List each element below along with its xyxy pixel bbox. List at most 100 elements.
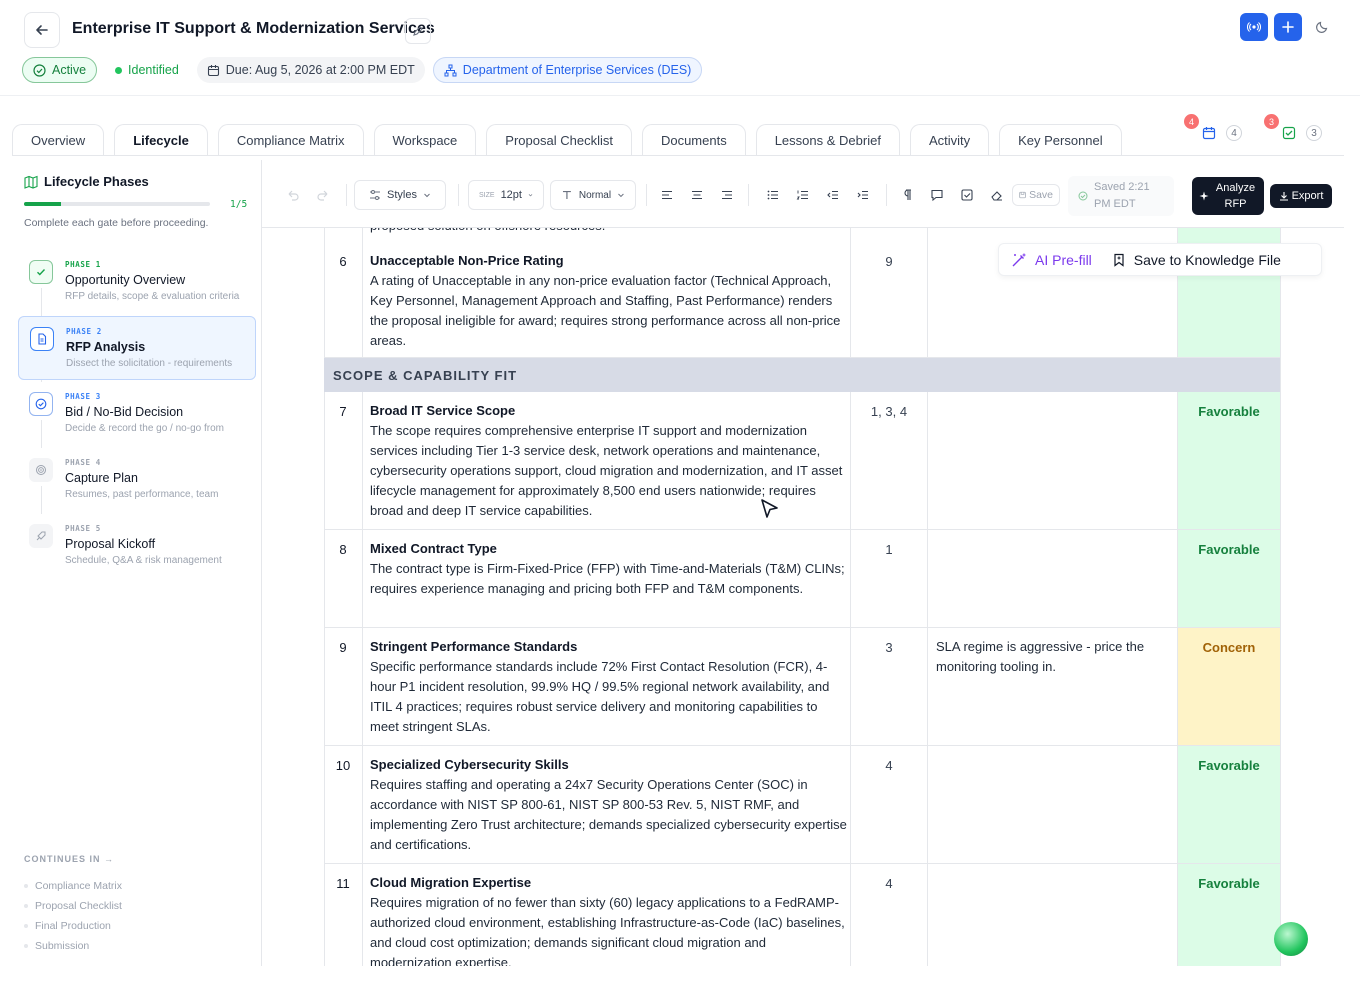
paragraph-style-dropdown[interactable]: Normal <box>550 180 636 210</box>
fit-status: Favorable <box>1198 542 1260 557</box>
broadcast-button[interactable] <box>1240 13 1268 41</box>
bullet <box>24 884 28 888</box>
align-right-button[interactable] <box>718 180 736 210</box>
sidebar-title-text: Lifecycle Phases <box>44 174 149 189</box>
paragraph-style-value: Normal <box>578 189 612 201</box>
bullet <box>24 904 28 908</box>
continues-item-label: Final Production <box>35 920 111 932</box>
back-button[interactable] <box>24 12 60 48</box>
requirement-title: Specialized Cybersecurity Skills <box>370 757 569 772</box>
sidebar-hint: Complete each gate before proceeding. <box>24 217 209 229</box>
save-button[interactable]: Save <box>1012 184 1060 206</box>
analyze-rfp-button[interactable]: Analyze RFP <box>1192 177 1264 215</box>
calendar-counter[interactable]: 4 4 <box>1184 114 1244 148</box>
sparkle-icon <box>1199 191 1208 201</box>
mouse-cursor-icon <box>761 499 778 518</box>
tab-counters: 4 4 3 3 <box>1184 114 1324 148</box>
tab-lifecycle[interactable]: Lifecycle <box>114 124 208 156</box>
department-badge[interactable]: Department of Enterprise Services (DES) <box>432 57 703 83</box>
clear-format-button[interactable] <box>988 180 1006 210</box>
document-canvas[interactable]: proposed solution on offshore resources.… <box>274 228 1344 966</box>
section-reference: 1 <box>885 542 893 557</box>
save-to-knowledge-button[interactable]: Save to Knowledge File <box>1112 252 1281 268</box>
numbered-list-icon <box>796 190 808 200</box>
task-checkbox-button[interactable] <box>958 180 976 210</box>
row-number: 11 <box>336 876 350 891</box>
bullet-list-button[interactable] <box>764 180 782 210</box>
theme-toggle[interactable] <box>1308 13 1336 41</box>
phase-status <box>30 327 54 351</box>
continues-item[interactable]: Final Production <box>24 916 122 936</box>
chevron-down-icon <box>618 193 624 198</box>
edit-title-button[interactable] <box>405 18 431 44</box>
paragraph-mark-button[interactable] <box>898 180 916 210</box>
continues-item-label: Compliance Matrix <box>35 880 122 892</box>
numbered-list-button[interactable] <box>794 180 812 210</box>
check-icon <box>37 269 46 276</box>
fit-status: Favorable <box>1198 758 1260 773</box>
table-row: 9 Stringent Performance Standards Specif… <box>324 628 1280 746</box>
continues-item[interactable]: Proposal Checklist <box>24 896 122 916</box>
export-button[interactable]: Export <box>1270 184 1332 208</box>
font-size-dropdown[interactable]: SIZE 12pt <box>468 180 544 210</box>
plus-icon <box>1282 21 1294 33</box>
indent-button[interactable] <box>854 180 872 210</box>
assistant-orb-button[interactable] <box>1274 922 1308 956</box>
tab-activity[interactable]: Activity <box>909 124 990 156</box>
section-reference: 4 <box>885 758 893 773</box>
status-badge[interactable]: Active <box>22 57 98 83</box>
phase-item-opportunity-overview[interactable]: PHASE 1 Opportunity Overview RFP details… <box>18 250 256 314</box>
save-to-knowledge-label: Save to Knowledge File <box>1133 251 1281 268</box>
phase-name: Capture Plan <box>65 471 138 485</box>
analyst-note[interactable]: SLA regime is aggressive - price the mon… <box>936 637 1166 677</box>
tab-overview[interactable]: Overview <box>12 124 105 156</box>
task-counter[interactable]: 3 3 <box>1264 114 1324 148</box>
undo-button[interactable] <box>282 180 304 210</box>
sliders-icon <box>370 190 381 200</box>
align-center-button[interactable] <box>688 180 706 210</box>
styles-dropdown[interactable]: Styles <box>354 180 446 210</box>
size-prefix: SIZE <box>479 191 495 199</box>
save-icon <box>1019 191 1026 199</box>
ai-prefill-button[interactable]: AI Pre-fill <box>1011 252 1092 268</box>
phase-item-bid-decision[interactable]: PHASE 3 Bid / No-Bid Decision Decide & r… <box>18 382 256 446</box>
phase-item-rfp-analysis[interactable]: PHASE 2 RFP Analysis Dissect the solicit… <box>18 316 256 380</box>
tab-key-personnel[interactable]: Key Personnel <box>999 124 1122 156</box>
pilcrow-icon <box>904 189 911 200</box>
phase-status <box>29 458 53 482</box>
sidebar-title: Lifecycle Phases <box>24 174 149 189</box>
phase-name: Proposal Kickoff <box>65 537 156 551</box>
font-size-value: 12pt <box>500 189 522 201</box>
save-label: Save <box>1029 189 1053 201</box>
comment-button[interactable] <box>928 180 946 210</box>
add-button[interactable] <box>1274 13 1302 41</box>
magic-wand-icon <box>1012 253 1026 266</box>
toolbar-divider <box>458 184 459 206</box>
phase-item-proposal-kickoff[interactable]: PHASE 5 Proposal Kickoff Schedule, Q&A &… <box>18 514 256 578</box>
row-number: 8 <box>339 542 347 557</box>
phase-progress-count: 1/5 <box>230 199 248 210</box>
tab-proposal-checklist[interactable]: Proposal Checklist <box>486 124 632 156</box>
tab-documents[interactable]: Documents <box>641 124 746 156</box>
styles-label: Styles <box>387 189 417 201</box>
phase-name: Bid / No-Bid Decision <box>65 405 184 419</box>
bullet <box>24 924 28 928</box>
requirement-cell: Specialized Cybersecurity Skills Require… <box>370 755 850 855</box>
align-left-button[interactable] <box>658 180 676 210</box>
table-row: 7 Broad IT Service Scope The scope requi… <box>324 392 1280 530</box>
continues-item[interactable]: Compliance Matrix <box>24 876 122 896</box>
requirement-title: Cloud Migration Expertise <box>370 875 532 890</box>
outdent-button[interactable] <box>824 180 842 210</box>
continues-item[interactable]: Submission <box>24 936 122 956</box>
phase-item-capture-plan[interactable]: PHASE 4 Capture Plan Resumes, past perfo… <box>18 448 256 512</box>
task-alert-badge: 3 <box>1264 114 1279 129</box>
tab-compliance-matrix[interactable]: Compliance Matrix <box>217 124 364 156</box>
redo-button[interactable] <box>312 180 334 210</box>
phase-number: PHASE 2 <box>66 327 102 336</box>
phase-description: Schedule, Q&A & risk management <box>65 555 222 566</box>
org-chart-icon <box>444 64 457 76</box>
tab-lessons-debrief[interactable]: Lessons & Debrief <box>755 124 900 156</box>
floating-action-bar: AI Pre-fill Save to Knowledge File <box>998 243 1322 276</box>
tab-workspace[interactable]: Workspace <box>373 124 477 156</box>
row-number: 7 <box>339 404 347 419</box>
